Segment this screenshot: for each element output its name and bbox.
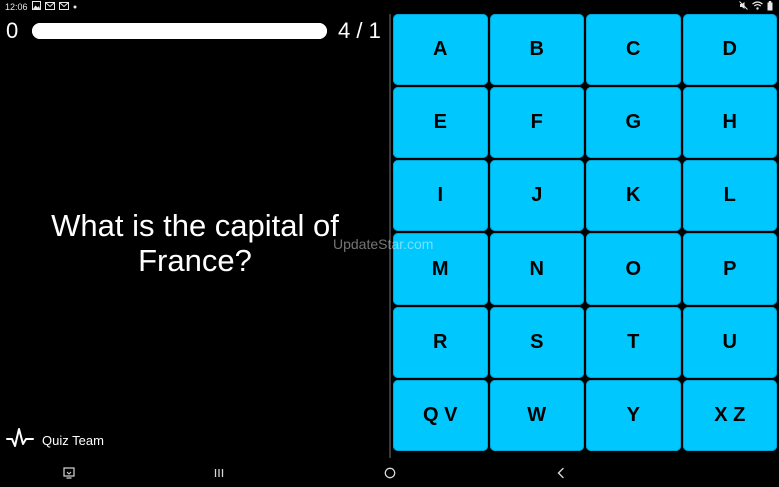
letter-key-k[interactable]: K <box>586 160 681 232</box>
letter-grid: ABCDEFGHIJKLMNOPRSTUQ VWYX Z <box>393 14 777 451</box>
letter-key-qv[interactable]: Q V <box>393 379 488 451</box>
letter-key-p[interactable]: P <box>682 233 777 305</box>
progress-bar-fill <box>32 23 327 39</box>
letter-key-y[interactable]: Y <box>586 379 681 451</box>
pulse-icon <box>6 427 34 454</box>
letter-key-r[interactable]: R <box>393 306 488 378</box>
letter-key-s[interactable]: S <box>489 306 584 378</box>
letter-key-j[interactable]: J <box>489 160 584 232</box>
letter-key-h[interactable]: H <box>682 87 777 159</box>
home-icon[interactable] <box>381 464 399 482</box>
letter-key-f[interactable]: F <box>489 87 584 159</box>
status-left: 12:06 <box>0 1 77 13</box>
watermark: UpdateStar.com <box>333 236 434 252</box>
letter-key-n[interactable]: N <box>489 233 584 305</box>
battery-icon <box>767 0 773 14</box>
mail-icon <box>44 1 55 13</box>
navigation-bar <box>0 458 779 487</box>
letter-key-c[interactable]: C <box>586 14 681 86</box>
back-icon[interactable] <box>552 464 570 482</box>
letter-key-b[interactable]: B <box>489 14 584 86</box>
letter-key-a[interactable]: A <box>393 14 488 86</box>
letter-key-o[interactable]: O <box>586 233 681 305</box>
image-icon <box>31 1 41 13</box>
dot-icon <box>73 2 77 12</box>
screenshot-icon[interactable] <box>60 464 78 482</box>
footer-brand[interactable]: Quiz Team <box>6 427 104 454</box>
letter-key-w[interactable]: W <box>489 379 584 451</box>
question-counter: 4 / 1 <box>338 18 381 43</box>
mail-icon <box>58 1 69 13</box>
score-display: 0 <box>6 18 19 43</box>
letter-key-e[interactable]: E <box>393 87 488 159</box>
letter-key-l[interactable]: L <box>682 160 777 232</box>
letter-key-t[interactable]: T <box>586 306 681 378</box>
wifi-icon <box>752 1 763 13</box>
status-time: 12:06 <box>5 2 28 12</box>
letter-key-d[interactable]: D <box>682 14 777 86</box>
recents-icon[interactable] <box>210 464 228 482</box>
letter-key-g[interactable]: G <box>586 87 681 159</box>
letter-key-xz[interactable]: X Z <box>682 379 777 451</box>
mute-icon <box>739 1 748 13</box>
question-pane: 0 4 / 1 What is the capital of France? Q… <box>0 14 389 458</box>
status-bar: 12:06 <box>0 0 779 14</box>
question-text: What is the capital of France? <box>51 208 339 278</box>
status-right <box>739 0 779 14</box>
brand-label: Quiz Team <box>42 433 104 448</box>
letter-key-i[interactable]: I <box>393 160 488 232</box>
progress-bar <box>32 23 327 39</box>
letter-key-u[interactable]: U <box>682 306 777 378</box>
app-window: 12:06 0 4 / 1 What is the capital of Fra… <box>0 0 779 487</box>
